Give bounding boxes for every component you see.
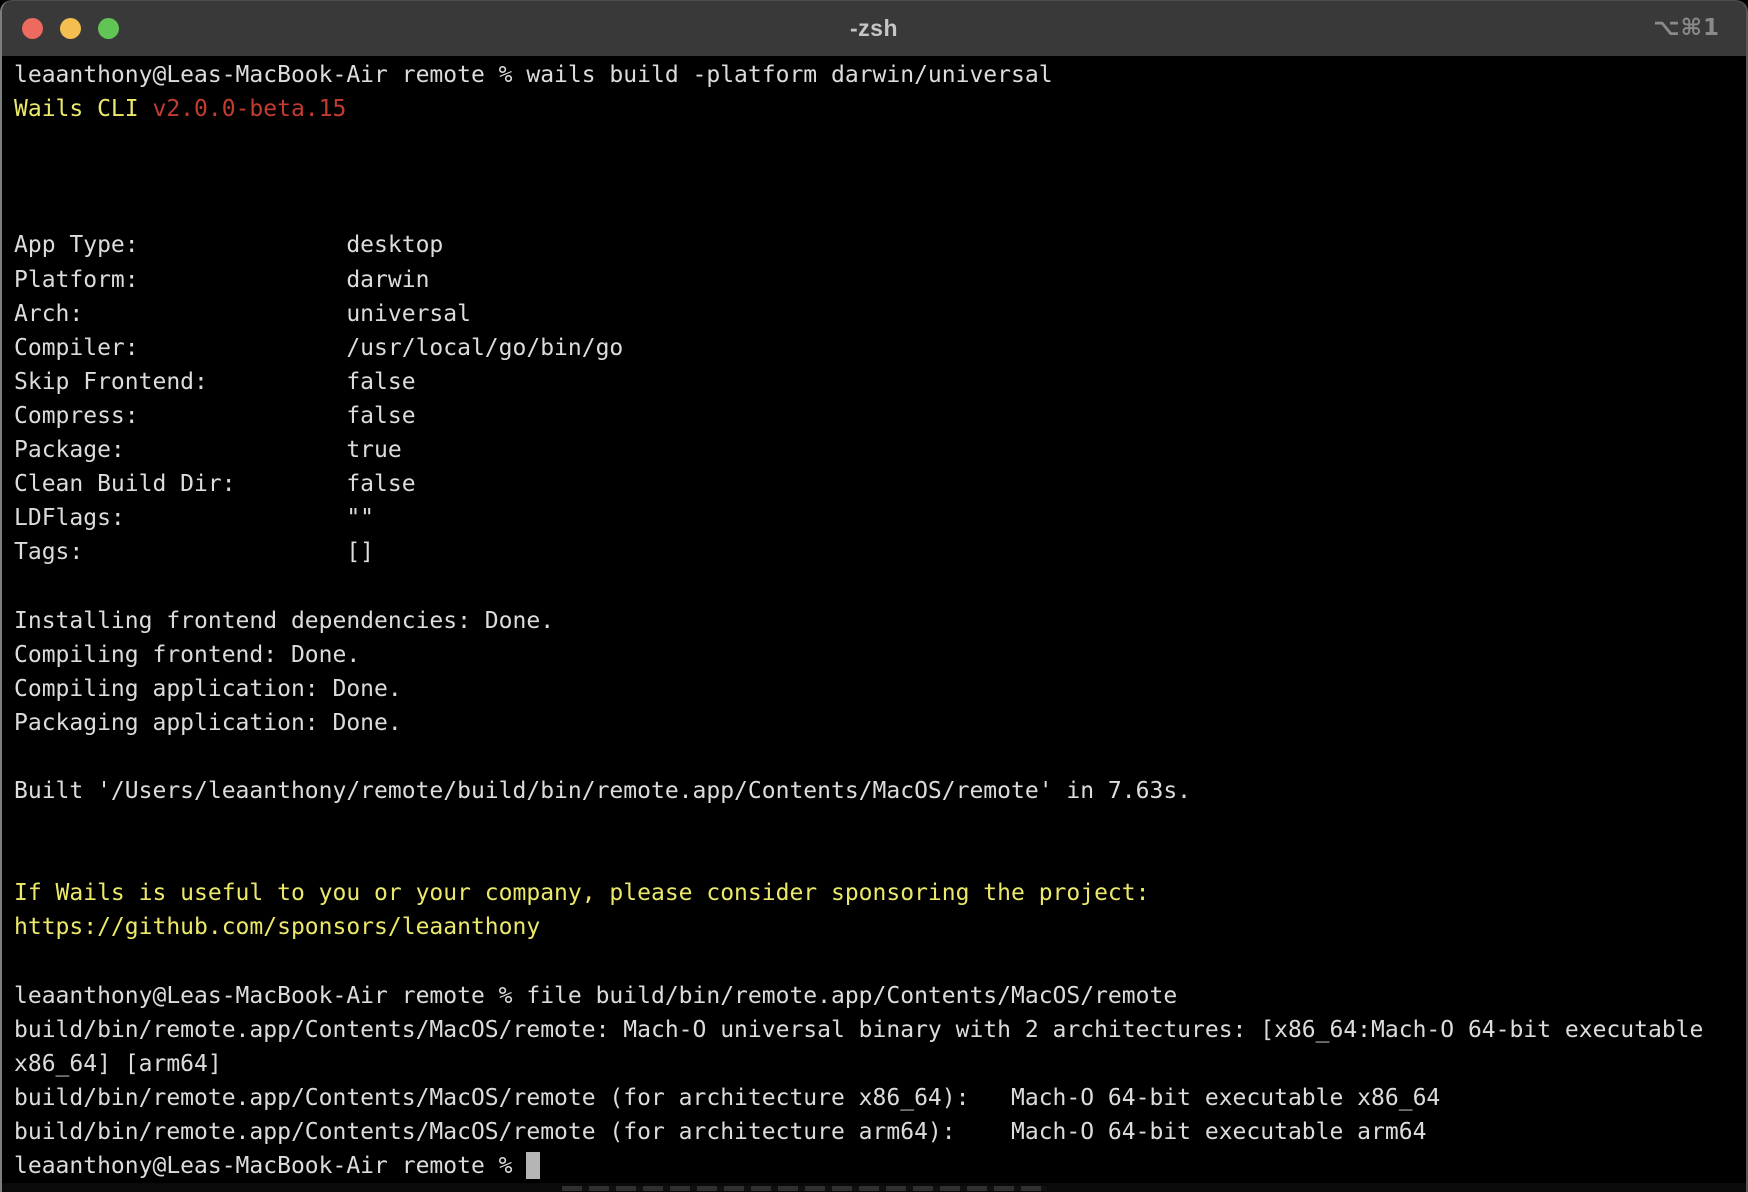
terminal-output[interactable]: leaanthony@Leas-MacBook-Air remote % wai…: [2, 56, 1746, 1183]
titlebar[interactable]: -zsh ⌥⌘1: [2, 0, 1746, 56]
terminal-line: build/bin/remote.app/Contents/MacOS/remo…: [14, 1081, 1734, 1115]
terminal-line: [14, 842, 1734, 876]
traffic-lights: [22, 0, 119, 56]
terminal-text-segment: Skip Frontend: false: [14, 369, 416, 395]
terminal-line: Compiler: /usr/local/go/bin/go: [14, 331, 1734, 365]
terminal-text-segment: App Type: desktop: [14, 232, 443, 258]
terminal-line: Arch: universal: [14, 297, 1734, 331]
terminal-line: [14, 126, 1734, 160]
terminal-line: [14, 194, 1734, 228]
terminal-text-segment: Installing frontend dependencies: Done.: [14, 608, 554, 634]
terminal-line: Installing frontend dependencies: Done.: [14, 604, 1734, 638]
terminal-line: Compress: false: [14, 399, 1734, 433]
terminal-text-segment: v2.0.0-beta.15: [152, 96, 346, 122]
terminal-line: Compiling frontend: Done.: [14, 638, 1734, 672]
terminal-line: [14, 944, 1734, 978]
window-title: -zsh: [2, 0, 1746, 56]
terminal-line: Tags: []: [14, 535, 1734, 569]
terminal-line: Clean Build Dir: false: [14, 467, 1734, 501]
terminal-text-segment: Compress: false: [14, 403, 416, 429]
tab-shortcut-label: ⌥⌘1: [1653, 0, 1720, 56]
terminal-line: [14, 160, 1734, 194]
terminal-line: leaanthony@Leas-MacBook-Air remote % wai…: [14, 58, 1734, 92]
terminal-text-segment: leaanthony@Leas-MacBook-Air remote %: [14, 1153, 526, 1179]
terminal-window: -zsh ⌥⌘1 leaanthony@Leas-MacBook-Air rem…: [0, 0, 1748, 1192]
terminal-line: Skip Frontend: false: [14, 365, 1734, 399]
terminal-line: leaanthony@Leas-MacBook-Air remote %: [14, 1149, 1734, 1183]
zoom-button[interactable]: [98, 18, 119, 39]
terminal-line: leaanthony@Leas-MacBook-Air remote % fil…: [14, 979, 1734, 1013]
terminal-text-segment: If Wails is useful to you or your compan…: [14, 880, 1149, 906]
terminal-text-segment: Clean Build Dir: false: [14, 471, 416, 497]
terminal-line: x86_64] [arm64]: [14, 1047, 1734, 1081]
terminal-text-segment: https://github.com/sponsors/leaanthony: [14, 914, 540, 940]
close-button[interactable]: [22, 18, 43, 39]
terminal-line: https://github.com/sponsors/leaanthony: [14, 910, 1734, 944]
text-cursor: [526, 1152, 540, 1179]
terminal-text-segment: Wails CLI: [14, 96, 152, 122]
terminal-text-segment: Packaging application: Done.: [14, 710, 402, 736]
terminal-line: [14, 569, 1734, 603]
terminal-text-segment: Arch: universal: [14, 301, 471, 327]
terminal-line: Wails CLI v2.0.0-beta.15: [14, 92, 1734, 126]
terminal-text-segment: Compiler: /usr/local/go/bin/go: [14, 335, 623, 361]
terminal-text-segment: Tags: []: [14, 539, 374, 565]
terminal-line: build/bin/remote.app/Contents/MacOS/remo…: [14, 1013, 1734, 1047]
terminal-line: Package: true: [14, 433, 1734, 467]
terminal-line: build/bin/remote.app/Contents/MacOS/remo…: [14, 1115, 1734, 1149]
terminal-line: App Type: desktop: [14, 228, 1734, 262]
terminal-text-segment: Compiling application: Done.: [14, 676, 402, 702]
terminal-line: [14, 740, 1734, 774]
terminal-text-segment: leaanthony@Leas-MacBook-Air remote % fil…: [14, 983, 1177, 1009]
terminal-text-segment: Package: true: [14, 437, 402, 463]
terminal-text-segment: leaanthony@Leas-MacBook-Air remote % wai…: [14, 62, 1053, 88]
terminal-text-segment: x86_64] [arm64]: [14, 1051, 222, 1077]
terminal-line: Built '/Users/leaanthony/remote/build/bi…: [14, 774, 1734, 808]
background-window-remnant: [2, 1183, 1746, 1192]
terminal-line: Compiling application: Done.: [14, 672, 1734, 706]
terminal-line: LDFlags: "": [14, 501, 1734, 535]
terminal-line: If Wails is useful to you or your compan…: [14, 876, 1734, 910]
terminal-line: [14, 808, 1734, 842]
minimize-button[interactable]: [60, 18, 81, 39]
terminal-text-segment: build/bin/remote.app/Contents/MacOS/remo…: [14, 1119, 1426, 1145]
terminal-line: Packaging application: Done.: [14, 706, 1734, 740]
terminal-text-segment: LDFlags: "": [14, 505, 374, 531]
terminal-text-segment: Compiling frontend: Done.: [14, 642, 360, 668]
terminal-text-segment: build/bin/remote.app/Contents/MacOS/remo…: [14, 1017, 1703, 1043]
terminal-text-segment: build/bin/remote.app/Contents/MacOS/remo…: [14, 1085, 1440, 1111]
terminal-text-segment: Platform: darwin: [14, 267, 429, 293]
terminal-text-segment: Built '/Users/leaanthony/remote/build/bi…: [14, 778, 1191, 804]
terminal-line: Platform: darwin: [14, 263, 1734, 297]
